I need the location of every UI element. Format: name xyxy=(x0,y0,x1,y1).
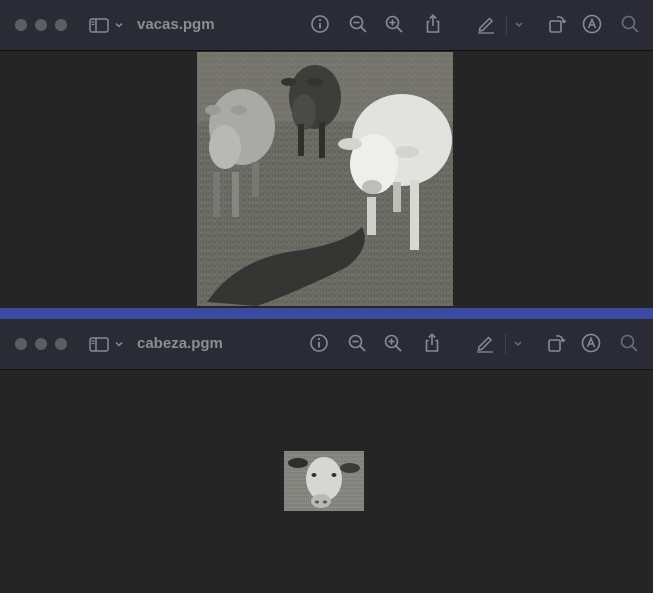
zoom-in-icon xyxy=(385,15,403,33)
traffic-lights xyxy=(15,338,67,350)
cow-head-crop-photo xyxy=(284,451,364,511)
markup-pen-icon xyxy=(477,336,493,353)
share-icon xyxy=(426,14,440,33)
window-title: vacas.pgm xyxy=(137,16,215,33)
info-button[interactable] xyxy=(309,13,331,35)
cows-in-pasture-photo xyxy=(197,52,453,306)
toolbar-separator xyxy=(506,15,507,35)
share-icon xyxy=(425,333,439,352)
zoom-out-icon xyxy=(348,334,366,352)
zoom-out-button[interactable] xyxy=(346,332,368,354)
toolbar-separator xyxy=(505,334,506,354)
chevron-down-icon xyxy=(115,341,123,347)
window-titlebar[interactable]: vacas.pgm xyxy=(0,0,653,51)
rotate-button[interactable] xyxy=(546,13,568,35)
sidebar-toggle-button[interactable] xyxy=(88,14,128,36)
preview-window-vacas: vacas.pgm xyxy=(0,0,653,308)
markup-options-button[interactable] xyxy=(511,13,527,35)
image-canvas xyxy=(0,52,653,308)
minimize-window-button[interactable] xyxy=(35,19,47,31)
search-button[interactable] xyxy=(618,332,640,354)
markup-pen-icon xyxy=(478,17,494,34)
markup-button[interactable] xyxy=(475,13,497,35)
search-button[interactable] xyxy=(619,13,641,35)
chevron-down-icon xyxy=(115,22,123,28)
info-button[interactable] xyxy=(308,332,330,354)
preview-window-cabeza: cabeza.pgm xyxy=(0,319,653,593)
window-titlebar[interactable]: cabeza.pgm xyxy=(0,319,653,370)
annotate-icon xyxy=(581,333,601,353)
minimize-window-button[interactable] xyxy=(35,338,47,350)
info-icon xyxy=(311,15,329,33)
info-icon xyxy=(310,334,328,352)
close-window-button[interactable] xyxy=(15,338,27,350)
zoom-window-button[interactable] xyxy=(55,19,67,31)
zoom-out-button[interactable] xyxy=(347,13,369,35)
sidebar-toggle-button[interactable] xyxy=(88,333,128,355)
share-button[interactable] xyxy=(421,332,443,354)
close-window-button[interactable] xyxy=(15,19,27,31)
image-canvas xyxy=(0,371,653,593)
zoom-out-icon xyxy=(349,15,367,33)
sidebar-icon xyxy=(89,337,109,352)
annotate-button[interactable] xyxy=(581,13,603,35)
window-title: cabeza.pgm xyxy=(137,335,223,352)
traffic-lights xyxy=(15,19,67,31)
markup-options-button[interactable] xyxy=(510,332,526,354)
annotate-icon xyxy=(582,14,602,34)
search-icon xyxy=(620,334,638,352)
rotate-button[interactable] xyxy=(545,332,567,354)
search-icon xyxy=(621,15,639,33)
zoom-in-button[interactable] xyxy=(383,13,405,35)
zoom-in-button[interactable] xyxy=(382,332,404,354)
annotate-button[interactable] xyxy=(580,332,602,354)
chevron-down-icon xyxy=(515,22,523,28)
share-button[interactable] xyxy=(422,13,444,35)
rotate-icon xyxy=(549,16,567,33)
rotate-icon xyxy=(548,335,566,352)
zoom-in-icon xyxy=(384,334,402,352)
zoom-window-button[interactable] xyxy=(55,338,67,350)
chevron-down-icon xyxy=(514,341,522,347)
sidebar-icon xyxy=(89,18,109,33)
markup-button[interactable] xyxy=(474,332,496,354)
